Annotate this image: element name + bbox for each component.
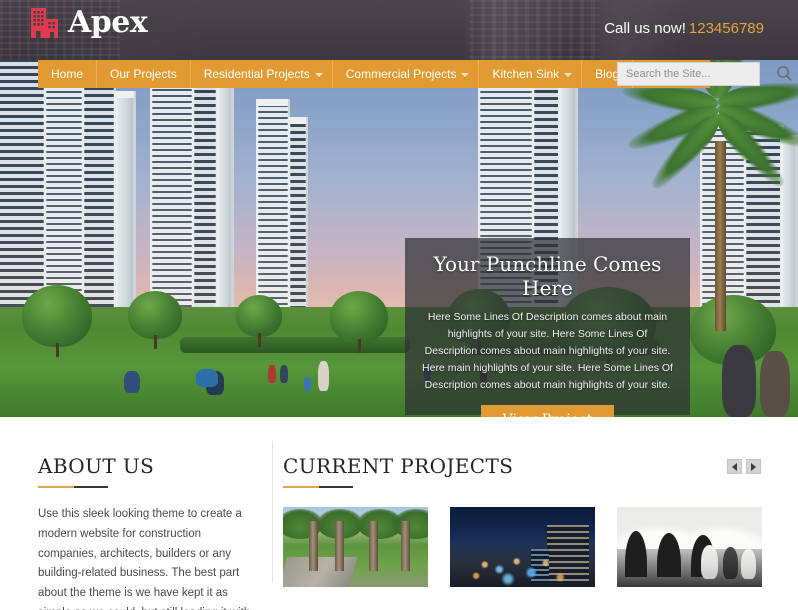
hero-tree — [330, 291, 388, 353]
hero-slider[interactable]: Your Punchline Comes Here Here Some Line… — [0, 60, 798, 417]
carousel-next-button[interactable] — [746, 459, 761, 474]
hero-tower — [780, 135, 798, 321]
nav-label: Commercial Projects — [345, 67, 457, 81]
hero-tower — [114, 91, 136, 331]
hero-stroller — [196, 369, 218, 387]
hero-person — [124, 371, 140, 393]
search-icon[interactable] — [774, 63, 796, 85]
chevron-down-icon — [314, 73, 323, 77]
brand-logo[interactable]: Apex — [30, 5, 148, 40]
title-underline — [38, 486, 108, 488]
city-lights — [450, 507, 595, 587]
palm-trunk — [309, 521, 318, 571]
search-box[interactable] — [617, 62, 792, 86]
hero-person — [304, 377, 311, 391]
content-section: ABOUT US Use this sleek looking theme to… — [0, 417, 798, 610]
about-us-text: Use this sleek looking theme to create a… — [38, 508, 250, 610]
hero-caption-panel: Your Punchline Comes Here Here Some Line… — [405, 238, 690, 417]
palm-trunk — [335, 521, 344, 571]
hero-description: Here Some Lines Of Description comes abo… — [422, 311, 673, 391]
hero-tree — [236, 295, 282, 347]
palm-trunk — [369, 521, 378, 571]
project-thumbnail-row — [283, 507, 762, 587]
hero-tree — [128, 291, 182, 349]
project-thumbnail-arched-interior[interactable] — [617, 507, 762, 587]
nav-item-our-projects[interactable]: Our Projects — [97, 60, 191, 88]
current-projects-title: CURRENT PROJECTS — [283, 454, 514, 478]
hero-person — [280, 365, 288, 383]
walkway — [283, 557, 358, 587]
brand-name: Apex — [68, 5, 148, 40]
hero-tree — [22, 285, 92, 357]
mannequin — [701, 545, 718, 579]
carousel-prev-button[interactable] — [727, 459, 742, 474]
nav-item-home[interactable]: Home — [38, 60, 98, 88]
hero-tower — [288, 117, 308, 331]
column-divider — [272, 441, 273, 582]
view-project-button[interactable]: View Project — [480, 405, 615, 417]
hero-person — [268, 365, 276, 383]
nav-item-commercial-projects[interactable]: Commercial Projects — [332, 60, 480, 88]
nav-item-residential-projects[interactable]: Residential Projects — [190, 60, 333, 88]
hero-tower — [216, 81, 234, 331]
chevron-down-icon — [461, 73, 470, 77]
mannequin — [741, 549, 756, 579]
palm-trunk — [401, 521, 410, 571]
nav-label: Our Projects — [110, 67, 177, 81]
current-projects-column: CURRENT PROJECTS — [283, 454, 762, 587]
nav-item-kitchen-sink[interactable]: Kitchen Sink — [479, 60, 583, 88]
palm-trunk — [715, 141, 726, 331]
hero-hedge — [180, 337, 410, 353]
hero-person — [318, 361, 329, 391]
chevron-left-icon — [732, 462, 737, 471]
about-us-title: ABOUT US — [38, 454, 155, 478]
project-thumbnail-palm-walkway[interactable] — [283, 507, 428, 587]
tree-canopy — [393, 509, 428, 539]
hero-person — [722, 345, 756, 417]
nav-label: Blog — [595, 67, 620, 81]
hero-person — [760, 351, 790, 417]
carousel-controls — [727, 459, 761, 474]
hero-tower — [192, 69, 218, 331]
chevron-down-icon — [564, 73, 573, 77]
nav-label: Kitchen Sink — [492, 67, 560, 81]
nav-list: Home Our Projects Residential Projects C… — [38, 60, 710, 88]
site-header: Apex Call us now! 123456789 — [0, 0, 798, 60]
call-us-block: Call us now! 123456789 — [604, 20, 764, 37]
search-input[interactable] — [618, 68, 774, 80]
hero-tower — [82, 73, 116, 331]
phone-number[interactable]: 123456789 — [689, 20, 764, 37]
building-icon — [31, 8, 58, 38]
about-us-column: ABOUT US Use this sleek looking theme to… — [38, 455, 253, 610]
hero-headline: Your Punchline Comes Here — [433, 252, 662, 300]
nav-label: Residential Projects — [203, 67, 310, 81]
title-underline — [283, 486, 353, 488]
project-thumbnail-night-cityscape[interactable] — [450, 507, 595, 587]
main-navigation: Home Our Projects Residential Projects C… — [0, 60, 798, 88]
chevron-right-icon — [751, 462, 756, 471]
mannequin — [723, 547, 738, 579]
nav-label: Home — [51, 67, 84, 81]
call-us-label: Call us now! — [604, 20, 686, 37]
